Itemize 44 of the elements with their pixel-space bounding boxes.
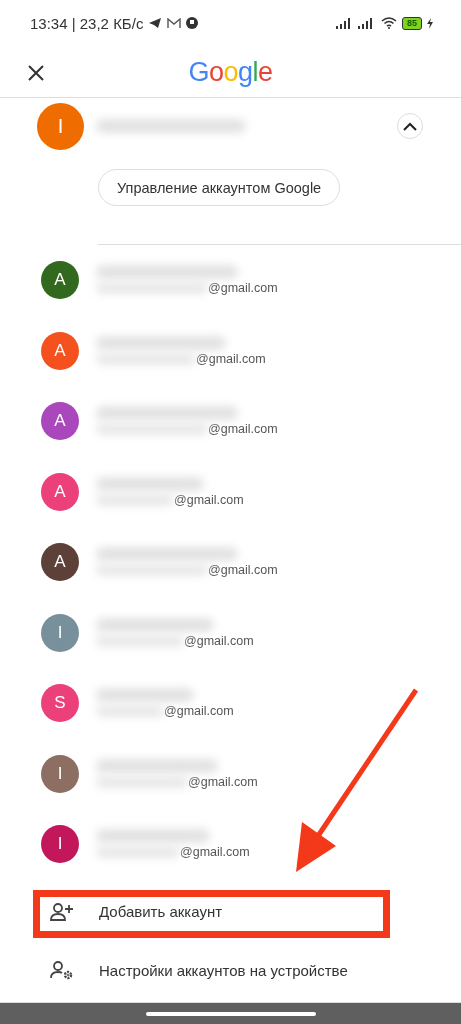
status-time: 13:34 | 23,2 КБ/с (30, 14, 144, 32)
account-email: @gmail.com (184, 633, 254, 648)
manage-account-button[interactable]: Управление аккаунтом Google (98, 169, 341, 207)
account-email: @gmail.com (164, 704, 234, 719)
account-email: @gmail.com (196, 351, 266, 366)
account-item[interactable]: I @gmail.com (0, 738, 461, 810)
account-email: @gmail.com (188, 774, 258, 789)
person-gear-icon (50, 960, 74, 981)
account-item[interactable]: I @gmail.com (0, 597, 461, 669)
add-person-icon (50, 901, 74, 922)
account-item[interactable]: A @gmail.com (0, 527, 461, 598)
avatar: I (37, 102, 84, 150)
avatar: A (41, 402, 79, 441)
avatar: I (41, 754, 79, 793)
add-account-item[interactable]: Добавить аккаунт (0, 885, 461, 939)
wifi-icon (381, 17, 397, 30)
account-email: @gmail.com (208, 563, 278, 578)
account-email: @gmail.com (180, 845, 250, 860)
account-item[interactable]: A @gmail.com (0, 386, 461, 457)
account-email: @gmail.com (208, 281, 278, 296)
battery-indicator: 85 (402, 16, 422, 30)
avatar: A (41, 543, 79, 582)
home-handle[interactable] (145, 1011, 316, 1016)
account-item[interactable]: S @gmail.com (0, 668, 461, 739)
account-email: @gmail.com (174, 492, 244, 507)
account-item[interactable]: A @gmail.com (0, 245, 461, 316)
account-settings-item[interactable]: Настройки аккаунтов на устройстве (0, 944, 461, 997)
avatar: A (41, 472, 79, 511)
avatar: I (41, 825, 79, 864)
chevron-icon (403, 121, 417, 131)
collapse-button[interactable] (397, 113, 423, 140)
mail-icon (167, 17, 182, 29)
google-logo: Google (188, 56, 273, 88)
avatar: S (41, 684, 79, 723)
account-item[interactable]: I @gmail.com (0, 809, 461, 880)
avatar: A (41, 261, 79, 300)
charging-icon (427, 17, 433, 29)
close-icon (28, 64, 44, 81)
account-email: @gmail.com (208, 422, 278, 437)
account-item[interactable]: A @gmail.com (0, 315, 461, 387)
app-icon (186, 17, 199, 30)
avatar: A (41, 331, 79, 370)
account-item[interactable]: A @gmail.com (0, 456, 461, 528)
avatar: I (41, 613, 79, 652)
